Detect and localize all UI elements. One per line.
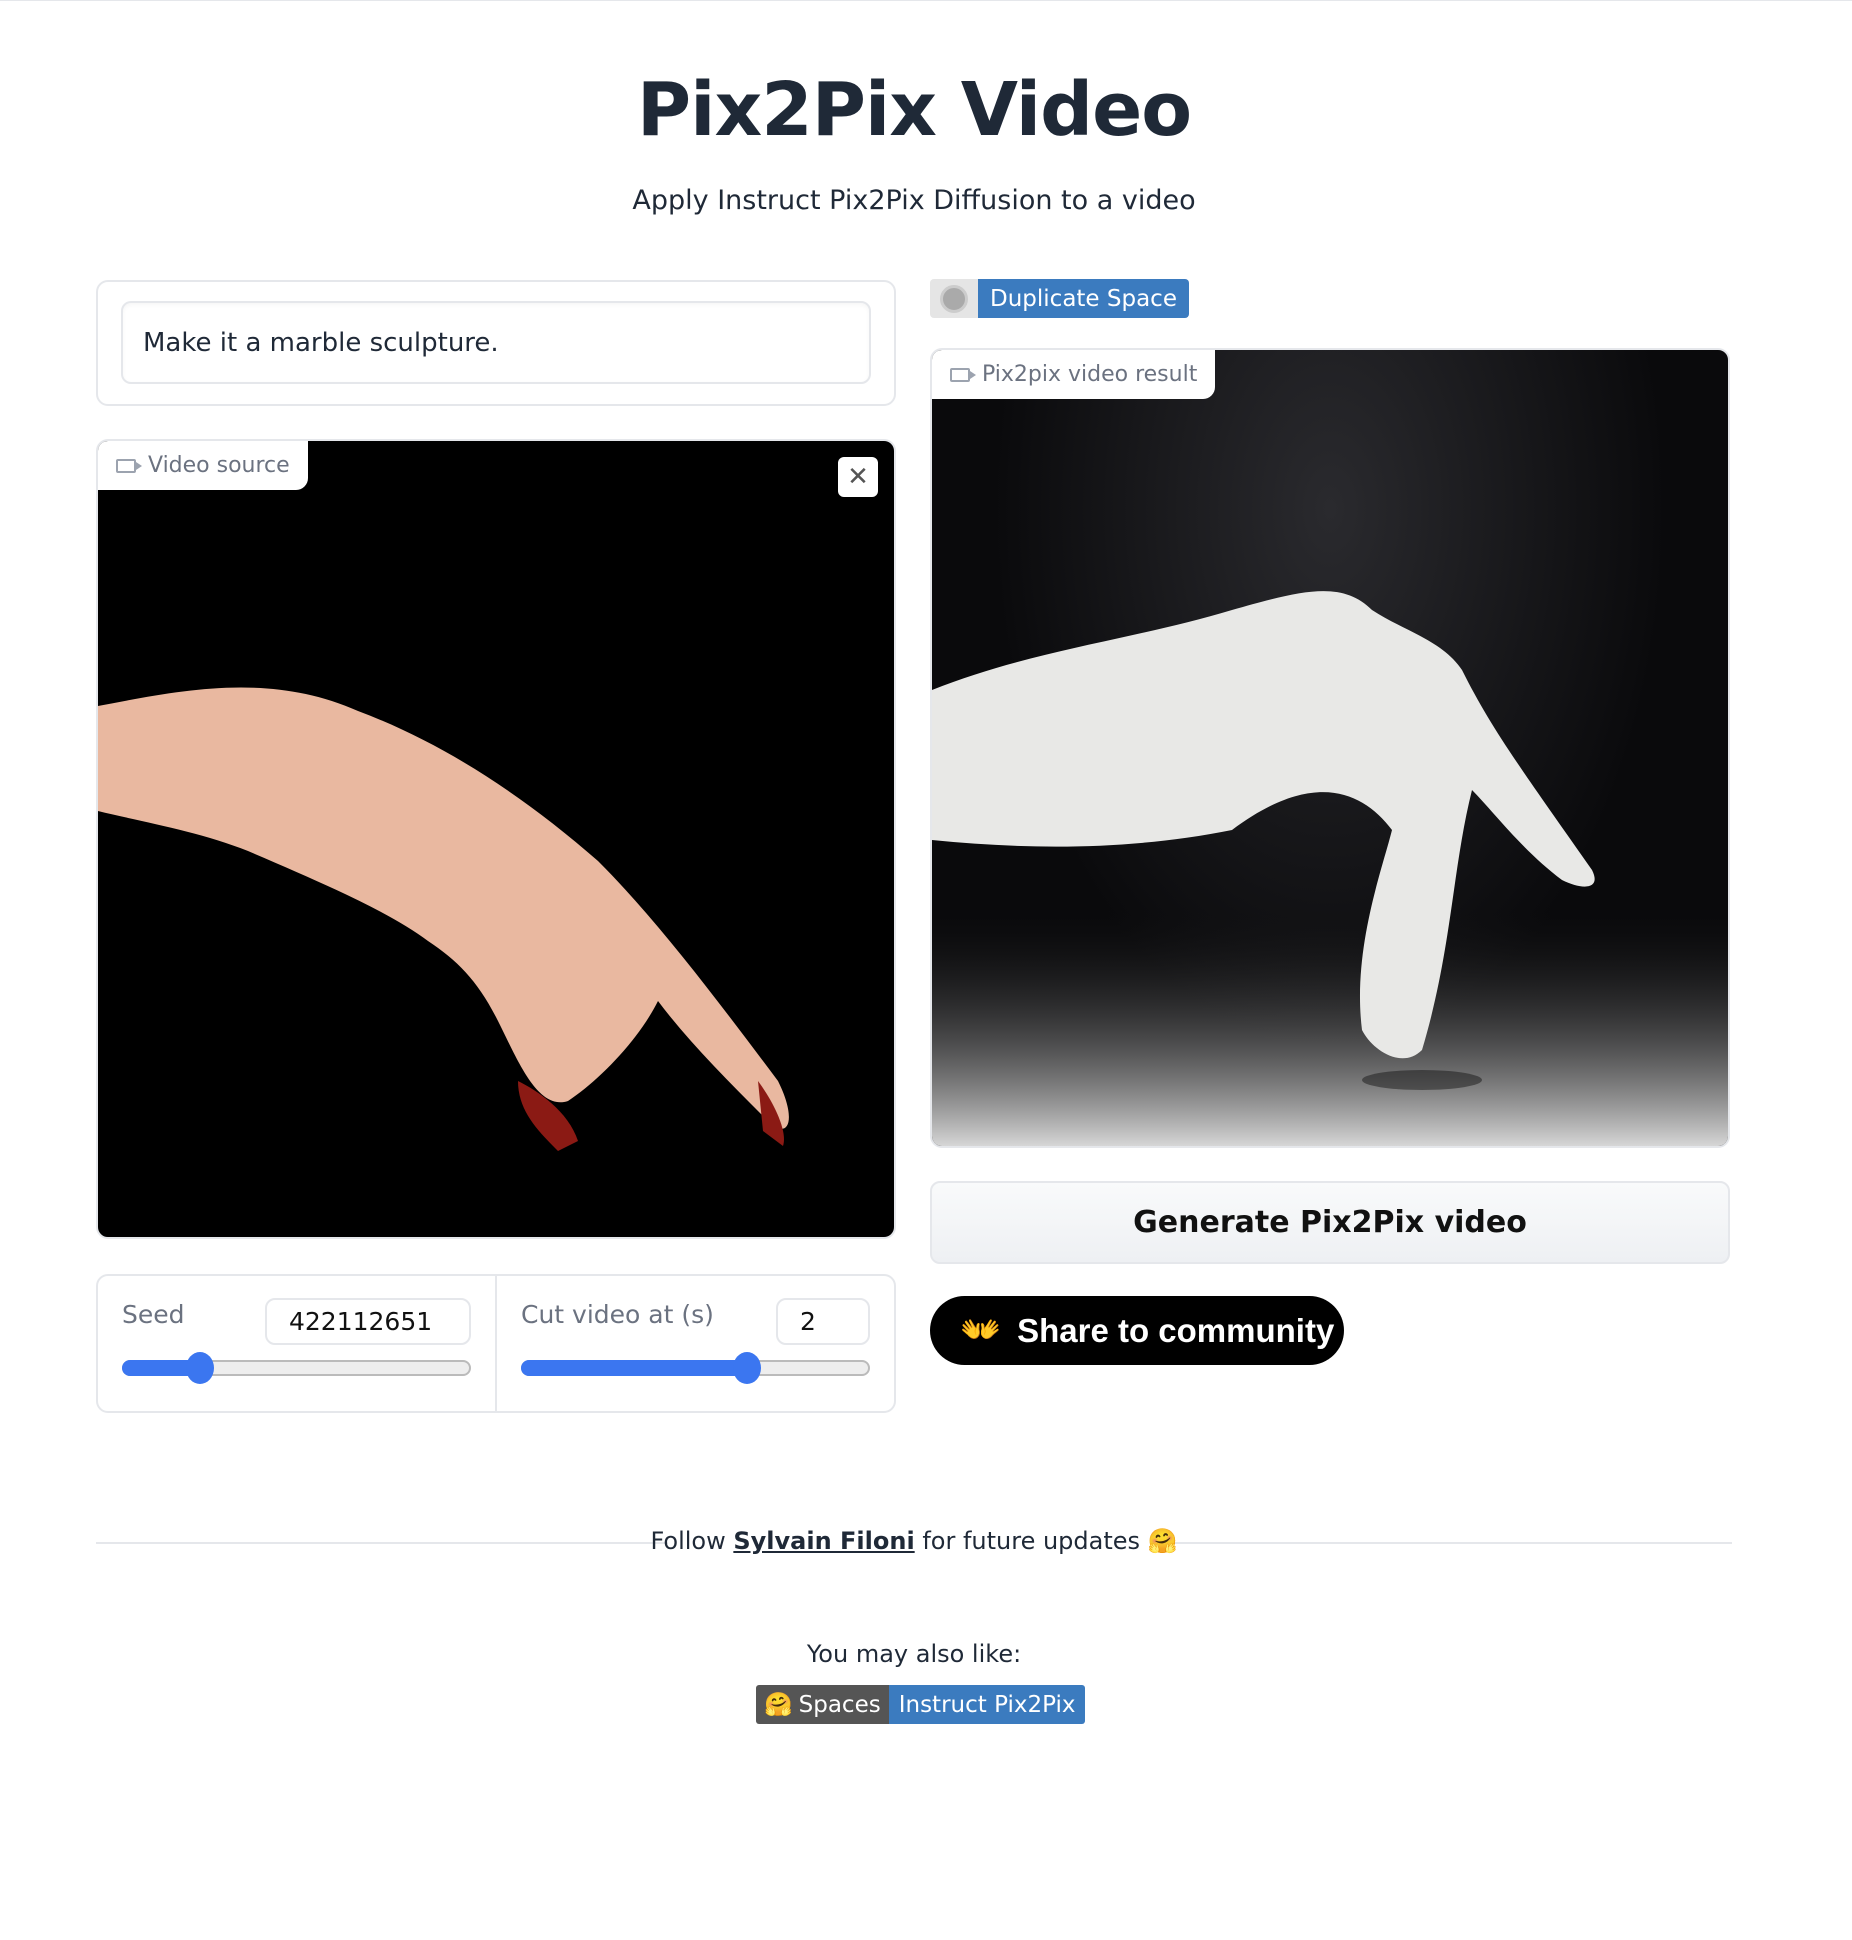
follow-suffix: for future updates (922, 1527, 1141, 1555)
author-link[interactable]: Sylvain Filoni (733, 1527, 914, 1555)
seed-slider[interactable] (122, 1352, 471, 1384)
badge-left: Spaces (798, 1691, 881, 1718)
duplicate-space-label: Duplicate Space (978, 279, 1189, 318)
follow-prefix: Follow (650, 1527, 726, 1555)
hand-video-frame (98, 687, 789, 1151)
result-label-text: Pix2pix video result (982, 362, 1198, 387)
also-like-text: You may also like: (806, 1640, 1022, 1668)
page-title: Pix2Pix Video (636, 67, 1192, 153)
cut-control: Cut video at (s) 2 (495, 1276, 894, 1411)
video-source-label: Video source (98, 441, 308, 490)
hugging-face-icon: 🤗 (1147, 1527, 1178, 1555)
page-subtitle: Apply Instruct Pix2Pix Diffusion to a vi… (632, 185, 1196, 216)
badge-right: Instruct Pix2Pix (888, 1685, 1086, 1724)
seed-control: Seed 422112651 (98, 1276, 495, 1411)
clapping-hands-icon: 👐 (960, 1311, 1002, 1348)
seed-slider-thumb[interactable] (185, 1352, 214, 1384)
duplicate-icon (930, 279, 978, 318)
video-camera-icon (950, 367, 976, 382)
share-label: Share to community (1017, 1311, 1335, 1349)
cut-slider[interactable] (521, 1352, 870, 1384)
video-source-label-text: Video source (148, 453, 290, 478)
video-source-player[interactable]: Video source ✕ (96, 439, 896, 1239)
result-label: Pix2pix video result (932, 350, 1216, 399)
close-icon[interactable]: ✕ (838, 457, 878, 497)
seed-input[interactable]: 422112651 (265, 1298, 471, 1345)
generate-button[interactable]: Generate Pix2Pix video (930, 1181, 1730, 1264)
video-camera-icon (116, 458, 142, 473)
controls-panel: Seed 422112651 Cut video at (s) 2 (96, 1274, 896, 1413)
prompt-input[interactable]: Make it a marble sculpture. (121, 301, 871, 384)
seed-label: Seed (122, 1300, 185, 1329)
hugging-face-icon: 🤗 (764, 1692, 793, 1718)
share-to-community-button[interactable]: 👐 Share to community (930, 1296, 1344, 1365)
follow-text: Follow Sylvain Filoni for future updates… (0, 1527, 1828, 1555)
cut-input[interactable]: 2 (776, 1298, 870, 1345)
marble-hand-frame (932, 350, 1728, 1146)
result-video-player[interactable]: Pix2pix video result (930, 348, 1730, 1148)
instruct-pix2pix-badge[interactable]: 🤗 Spaces Instruct Pix2Pix (756, 1685, 1086, 1724)
cut-slider-thumb[interactable] (733, 1352, 762, 1384)
duplicate-space-button[interactable]: Duplicate Space (930, 279, 1189, 318)
cut-label: Cut video at (s) (521, 1300, 714, 1329)
